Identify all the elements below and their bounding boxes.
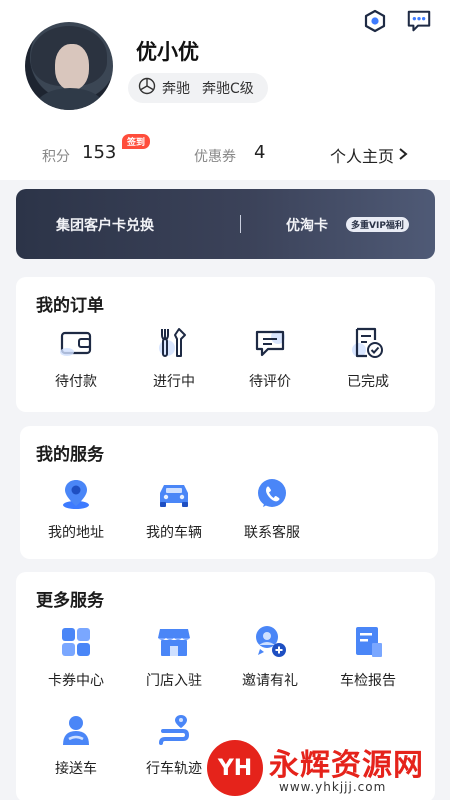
coupons-value[interactable]: 4 bbox=[254, 142, 265, 163]
group-card-exchange[interactable]: 集团客户卡兑换 bbox=[56, 215, 154, 235]
order-pending-payment[interactable]: 待付款 bbox=[36, 325, 116, 391]
coupons-label: 优惠券 bbox=[194, 149, 236, 165]
order-item-label: 进行中 bbox=[153, 374, 195, 390]
watermark-title: 永辉资源网 bbox=[269, 748, 424, 783]
more-item-label: 邀请有礼 bbox=[242, 673, 298, 689]
order-completed[interactable]: 已完成 bbox=[328, 325, 408, 391]
watermark: YH 永辉资源网 www.yhkjjj.com bbox=[205, 738, 450, 798]
signin-badge[interactable]: 签到 bbox=[122, 134, 151, 149]
more-card-center[interactable]: 卡券中心 bbox=[36, 624, 116, 690]
more-driving-track[interactable]: 行车轨迹 bbox=[134, 712, 214, 778]
driver-icon bbox=[58, 712, 94, 748]
more-item-label: 卡券中心 bbox=[48, 673, 104, 689]
car-model: 奔驰C级 bbox=[202, 81, 254, 97]
order-item-label: 已完成 bbox=[347, 374, 389, 390]
route-icon bbox=[156, 712, 192, 748]
homepage-link-label: 个人主页 bbox=[329, 147, 394, 166]
more-item-label: 门店入驻 bbox=[146, 673, 202, 689]
service-item-label: 我的地址 bbox=[48, 525, 104, 541]
orders-card: 我的订单 待付款 进行中 待评价 已完成 bbox=[16, 277, 435, 412]
order-in-progress[interactable]: 进行中 bbox=[134, 325, 214, 391]
watermark-logo: YH bbox=[207, 740, 263, 796]
wallet-icon bbox=[58, 325, 94, 361]
settings-hexagon-icon[interactable] bbox=[362, 8, 388, 34]
stats-row: 积分 153 签到 优惠券 4 个人主页 bbox=[42, 134, 432, 170]
car-info-pill[interactable]: 奔驰 奔驰C级 bbox=[128, 73, 268, 103]
location-pin-icon bbox=[58, 476, 94, 512]
invite-user-icon bbox=[252, 624, 288, 660]
service-contact-support[interactable]: 联系客服 bbox=[232, 476, 312, 542]
more-inspection-report[interactable]: 车检报告 bbox=[328, 624, 408, 690]
service-item-label: 联系客服 bbox=[244, 525, 300, 541]
top-actions bbox=[362, 8, 432, 34]
order-pending-review[interactable]: 待评价 bbox=[230, 325, 310, 391]
avatar[interactable] bbox=[25, 22, 113, 110]
comment-icon bbox=[252, 325, 288, 361]
more-item-label: 车检报告 bbox=[340, 673, 396, 689]
more-invite-reward[interactable]: 邀请有礼 bbox=[230, 624, 310, 690]
completed-doc-icon bbox=[350, 325, 386, 361]
phone-icon bbox=[254, 476, 290, 512]
orders-title: 我的订单 bbox=[36, 296, 104, 316]
points-value[interactable]: 153 bbox=[82, 142, 116, 163]
service-item-label: 我的车辆 bbox=[146, 525, 202, 541]
tools-icon bbox=[156, 325, 192, 361]
order-item-label: 待付款 bbox=[55, 374, 97, 390]
more-item-label: 行车轨迹 bbox=[146, 761, 202, 777]
services-title: 我的服务 bbox=[36, 445, 104, 465]
vip-benefit-tag: 多重VIP福利 bbox=[346, 217, 409, 232]
store-icon bbox=[156, 624, 192, 660]
banner-divider bbox=[240, 215, 241, 233]
points-label: 积分 bbox=[42, 149, 70, 165]
more-services-title: 更多服务 bbox=[36, 591, 104, 611]
homepage-link[interactable]: 个人主页 bbox=[330, 143, 408, 167]
card-grid-icon bbox=[58, 624, 94, 660]
watermark-url: www.yhkjjj.com bbox=[279, 780, 387, 794]
more-store-join[interactable]: 门店入驻 bbox=[134, 624, 214, 690]
report-icon bbox=[350, 624, 386, 660]
vip-banner[interactable]: 集团客户卡兑换 优淘卡 多重VIP福利 bbox=[16, 189, 435, 259]
service-my-address[interactable]: 我的地址 bbox=[36, 476, 116, 542]
user-name: 优小优 bbox=[136, 40, 199, 64]
mercedes-logo-icon bbox=[138, 77, 156, 99]
chevron-right-icon bbox=[398, 146, 408, 165]
car-brand: 奔驰 bbox=[162, 81, 190, 97]
service-my-vehicle[interactable]: 我的车辆 bbox=[134, 476, 214, 542]
message-icon[interactable] bbox=[406, 8, 432, 34]
services-card: 我的服务 我的地址 我的车辆 联系客服 bbox=[20, 426, 438, 559]
more-pickup-service[interactable]: 接送车 bbox=[36, 712, 116, 778]
more-item-label: 接送车 bbox=[55, 761, 97, 777]
car-icon bbox=[156, 476, 192, 512]
youtao-card[interactable]: 优淘卡 bbox=[286, 215, 328, 235]
order-item-label: 待评价 bbox=[249, 374, 291, 390]
